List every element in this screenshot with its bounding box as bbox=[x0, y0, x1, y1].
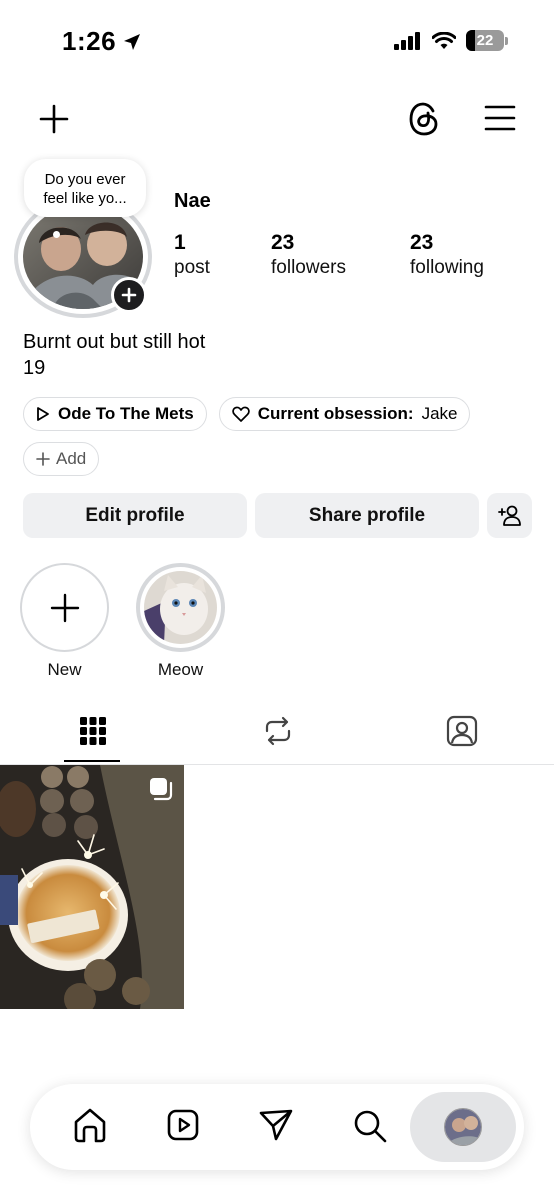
reposts-icon[interactable] bbox=[263, 715, 293, 747]
wifi-icon bbox=[432, 31, 456, 49]
profile-chips: Ode To The Mets Current obsession: Jake bbox=[23, 397, 471, 431]
add-story-button[interactable] bbox=[111, 277, 147, 313]
battery-indicator: 22 bbox=[466, 30, 508, 51]
edit-profile-button[interactable]: Edit profile bbox=[23, 493, 247, 538]
following-label: following bbox=[410, 257, 484, 278]
profile-name: Nae bbox=[174, 190, 211, 212]
active-tab-indicator bbox=[64, 760, 120, 762]
posts-label: post bbox=[174, 257, 210, 278]
cellular-signal-icon bbox=[394, 31, 420, 50]
stat-following[interactable]: 23 following bbox=[410, 231, 484, 281]
story-highlights: New Meow bbox=[20, 563, 225, 680]
obsession-value: Jake bbox=[421, 404, 458, 423]
grid-icon[interactable] bbox=[79, 715, 107, 747]
status-bar: 1:26 22 bbox=[0, 0, 554, 80]
followers-count: 23 bbox=[271, 231, 295, 254]
reels-icon[interactable] bbox=[166, 1106, 200, 1144]
search-icon[interactable] bbox=[352, 1106, 388, 1144]
carousel-icon bbox=[150, 778, 173, 801]
posts-count: 1 bbox=[174, 231, 186, 254]
note-bubble-tail bbox=[53, 231, 60, 238]
bottom-nav bbox=[30, 1084, 524, 1170]
stat-followers[interactable]: 23 followers bbox=[271, 231, 410, 281]
note-bubble[interactable]: Do you ever feel like yo... bbox=[24, 159, 146, 217]
music-title: Ode To The Mets bbox=[58, 404, 194, 423]
location-arrow-icon bbox=[124, 33, 141, 50]
battery-tip bbox=[505, 36, 508, 45]
profile-avatar-icon bbox=[444, 1108, 482, 1146]
followers-label: followers bbox=[271, 257, 346, 278]
heart-icon bbox=[231, 406, 250, 422]
highlight-cover bbox=[144, 571, 217, 644]
highlight-label: Meow bbox=[157, 660, 204, 679]
add-chip-label: Add bbox=[56, 449, 87, 468]
highlight-new-circle bbox=[20, 563, 109, 652]
profile-tabs bbox=[0, 705, 554, 765]
clock: 1:26 bbox=[62, 26, 117, 56]
create-plus-icon[interactable] bbox=[38, 103, 70, 135]
status-time: 1:26 bbox=[62, 26, 142, 57]
tagged-icon[interactable] bbox=[446, 715, 478, 747]
following-count: 23 bbox=[410, 231, 434, 254]
highlight-meow[interactable]: Meow bbox=[136, 563, 225, 680]
obsession-chip[interactable]: Current obsession: Jake bbox=[218, 397, 471, 431]
top-bar bbox=[0, 95, 554, 143]
highlight-new[interactable]: New bbox=[20, 563, 109, 680]
profile-actions: Edit profile Share profile bbox=[23, 493, 532, 538]
highlight-label: New bbox=[47, 660, 82, 679]
menu-icon[interactable] bbox=[484, 104, 516, 132]
note-text: Do you ever feel like yo... bbox=[43, 171, 127, 207]
battery-level: 22 bbox=[476, 32, 494, 49]
add-person-icon bbox=[497, 505, 521, 526]
status-icons: 22 bbox=[394, 30, 508, 51]
music-chip[interactable]: Ode To The Mets bbox=[23, 397, 207, 431]
stat-posts[interactable]: 1 post bbox=[174, 231, 271, 281]
obsession-label: Current obsession: bbox=[257, 404, 414, 423]
highlight-meow-circle bbox=[136, 563, 225, 652]
nav-profile-tab[interactable] bbox=[410, 1092, 516, 1162]
bio-line: Burnt out but still hot bbox=[23, 331, 206, 353]
battery-icon: 22 bbox=[466, 30, 504, 51]
profile-stats: 1 post 23 followers 23 following bbox=[174, 231, 484, 281]
home-icon[interactable] bbox=[72, 1106, 108, 1144]
bio-line: 19 bbox=[23, 357, 46, 379]
profile-bio: Burnt out but still hot 19 bbox=[23, 329, 205, 381]
send-icon[interactable] bbox=[258, 1106, 294, 1144]
plus-icon bbox=[121, 287, 137, 303]
plus-icon bbox=[50, 593, 79, 622]
add-chip-button[interactable]: Add bbox=[23, 442, 100, 476]
play-icon bbox=[37, 407, 49, 421]
threads-icon[interactable] bbox=[407, 101, 441, 137]
plus-icon bbox=[36, 452, 50, 466]
share-profile-button[interactable]: Share profile bbox=[255, 493, 479, 538]
discover-people-button[interactable] bbox=[487, 493, 532, 538]
